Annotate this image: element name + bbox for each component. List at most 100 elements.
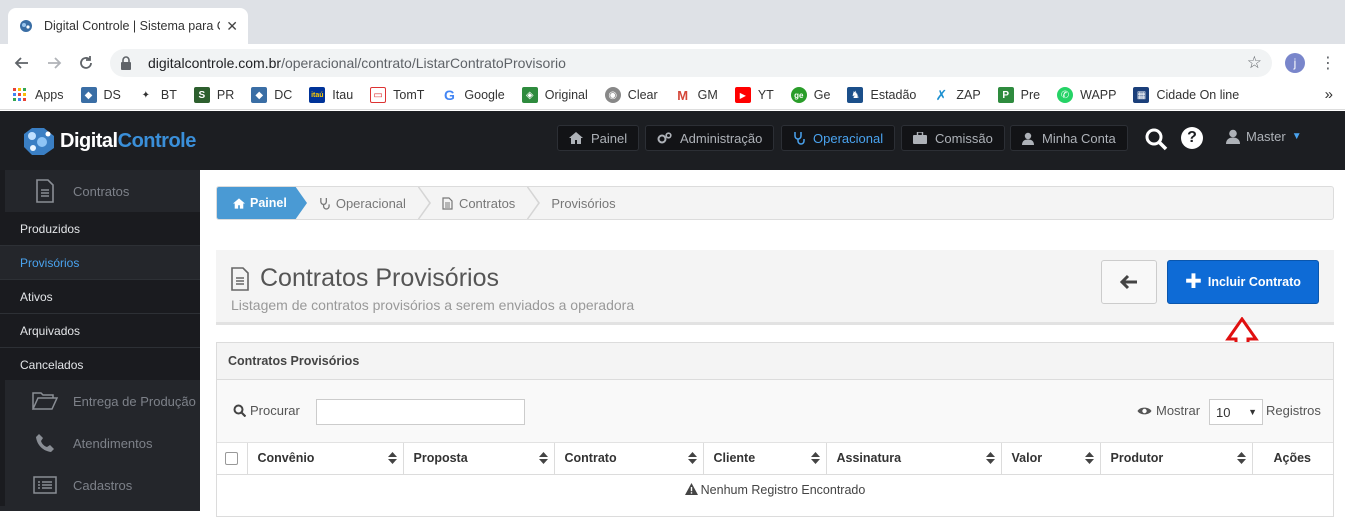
nav-painel[interactable]: Painel — [557, 125, 640, 151]
nav-minha-conta[interactable]: Minha Conta — [1010, 125, 1128, 151]
include-contract-button[interactable]: ✚ Incluir Contrato — [1167, 260, 1319, 304]
forward-arrow-icon[interactable] — [42, 52, 66, 74]
column-header-convenio[interactable]: Convênio — [247, 443, 404, 475]
page-title-text: Contratos Provisórios — [260, 264, 499, 292]
logo[interactable]: Digital Controle — [20, 124, 196, 158]
breadcrumb-provisorios: Provisórios — [527, 187, 627, 219]
nav-administracao[interactable]: Administração — [645, 125, 775, 151]
column-label: Proposta — [413, 451, 468, 466]
sort-icon — [985, 452, 995, 467]
phone-icon — [31, 433, 59, 453]
youtube-favicon-icon: ▶ — [734, 87, 751, 103]
bookmark-estadao[interactable]: ♞ Estadão — [847, 87, 916, 103]
user-menu[interactable]: Master ▼ — [1226, 129, 1302, 144]
tomt-favicon-icon: ▭ — [370, 87, 387, 103]
column-header-produtor[interactable]: Produtor — [1100, 443, 1253, 475]
bookmark-itau[interactable]: itaú Itau — [309, 87, 353, 103]
column-label: Produtor — [1110, 451, 1164, 466]
bookmark-cidade-on-line[interactable]: ▦ Cidade On line — [1133, 87, 1239, 103]
search-input[interactable] — [316, 399, 525, 425]
table-header-row: Convênio Proposta Contrato Cliente Assin… — [217, 443, 1333, 475]
search-icon[interactable] — [1144, 127, 1168, 156]
sidebar-section-atendimentos[interactable]: Atendimentos — [0, 422, 200, 464]
sidebar-item-cancelados[interactable]: Cancelados — [0, 348, 200, 382]
sort-icon — [1236, 452, 1246, 467]
logo-text-digital: Digital — [60, 129, 118, 152]
page-size-select[interactable]: 10 ▼ — [1209, 399, 1263, 425]
document-icon — [230, 266, 250, 291]
nav-comissao[interactable]: Comissão — [901, 125, 1005, 151]
bookmark-gm[interactable]: M GM — [675, 87, 718, 103]
bookmarks-overflow-icon[interactable]: » — [1325, 86, 1333, 103]
google-favicon-icon: G — [443, 87, 455, 103]
bookmark-ds[interactable]: ◆ DS — [80, 87, 121, 103]
nav-label: Operacional — [813, 130, 884, 146]
bookmark-apps[interactable]: Apps — [12, 87, 64, 103]
bookmark-wapp[interactable]: ✆ WAPP — [1057, 87, 1116, 103]
select-all-checkbox-cell — [217, 443, 248, 475]
sidebar-item-label: Provisórios — [20, 255, 80, 270]
bookmark-ge[interactable]: ge Ge — [790, 87, 830, 103]
nav-operacional[interactable]: Operacional — [781, 125, 896, 151]
column-label: Ações — [1273, 451, 1311, 466]
back-button[interactable] — [1101, 260, 1157, 304]
breadcrumb-label: Operacional — [335, 195, 406, 211]
sidebar-item-provisorios[interactable]: Provisórios — [0, 246, 200, 280]
browser-menu-icon[interactable]: ⋮ — [1320, 53, 1336, 73]
back-arrow-icon[interactable] — [10, 52, 34, 74]
bookmark-original[interactable]: ◈ Original — [521, 87, 588, 103]
sidebar-section-cadastros[interactable]: Cadastros — [0, 464, 200, 506]
bookmark-dc[interactable]: ◆ DC — [251, 87, 292, 103]
whatsapp-favicon-icon: ✆ — [1057, 87, 1074, 103]
sidebar: Contratos Produzidos Provisórios Ativos … — [0, 170, 200, 511]
sidebar-section-entrega-de-producao[interactable]: Entrega de Produção — [0, 380, 200, 422]
sidebar-item-ativos[interactable]: Ativos — [0, 280, 200, 314]
nav-label: Administração — [680, 130, 763, 146]
folder-open-icon — [31, 391, 59, 411]
column-label: Convênio — [257, 451, 315, 466]
column-header-cliente[interactable]: Cliente — [703, 443, 827, 475]
sidebar-section-contratos[interactable]: Contratos — [0, 170, 200, 212]
help-icon[interactable]: ? — [1181, 127, 1203, 149]
sidebar-item-arquivados[interactable]: Arquivados — [0, 314, 200, 348]
breadcrumb-painel[interactable]: Painel — [217, 187, 307, 219]
table-row-empty: Nenhum Registro Encontrado — [217, 474, 1333, 506]
bookmark-pr[interactable]: S PR — [193, 87, 234, 103]
tab-close-icon[interactable]: ✕ — [226, 18, 238, 35]
show-label: Mostrar — [1137, 403, 1200, 418]
bookmark-clear[interactable]: ◉ Clear — [604, 87, 658, 103]
column-header-acoes: Ações — [1252, 443, 1333, 475]
stethoscope-icon — [793, 131, 805, 145]
column-label: Cliente — [713, 451, 756, 466]
bookmark-bt[interactable]: ✦ BT — [138, 87, 177, 103]
column-header-contrato[interactable]: Contrato — [554, 443, 704, 475]
bookmark-pre[interactable]: P Pre — [997, 87, 1040, 103]
sidebar-item-produzidos[interactable]: Produzidos — [0, 212, 200, 246]
sort-icon — [1084, 452, 1094, 467]
sidebar-section-label: Cadastros — [73, 477, 133, 493]
bookmark-star-icon[interactable]: ☆ — [1247, 53, 1262, 73]
reload-icon[interactable] — [74, 52, 98, 74]
bookmark-zap[interactable]: ✗ ZAP — [933, 87, 980, 103]
contracts-panel: Contratos Provisórios Procurar Mostrar 1… — [216, 342, 1334, 517]
zap-favicon-icon: ✗ — [935, 86, 948, 103]
page-size-value: 10 — [1216, 404, 1231, 420]
breadcrumb-label: Provisórios — [551, 195, 616, 211]
bookmark-yt[interactable]: ▶ YT — [734, 87, 774, 103]
pr-favicon-icon: S — [193, 87, 210, 103]
bookmark-google[interactable]: G Google — [441, 87, 505, 103]
sidebar-section-label: Atendimentos — [73, 435, 153, 451]
breadcrumb-contratos[interactable]: Contratos — [418, 187, 527, 219]
home-icon — [569, 132, 583, 144]
bookmark-label: WAPP — [1080, 88, 1117, 102]
profile-avatar[interactable]: j — [1285, 53, 1305, 73]
select-all-checkbox[interactable] — [225, 452, 238, 466]
breadcrumb-operacional[interactable]: Operacional — [295, 187, 418, 219]
column-header-proposta[interactable]: Proposta — [403, 443, 555, 475]
column-header-valor[interactable]: Valor — [1001, 443, 1101, 475]
column-header-assinatura[interactable]: Assinatura — [826, 443, 1002, 475]
browser-tab[interactable]: Digital Controle | Sistema para Co ✕ — [8, 8, 248, 44]
address-bar[interactable]: digitalcontrole.com.br/operacional/contr… — [110, 49, 1272, 77]
bookmark-tomt[interactable]: ▭ TomT — [370, 87, 424, 103]
bookmark-label: Apps — [35, 88, 64, 102]
